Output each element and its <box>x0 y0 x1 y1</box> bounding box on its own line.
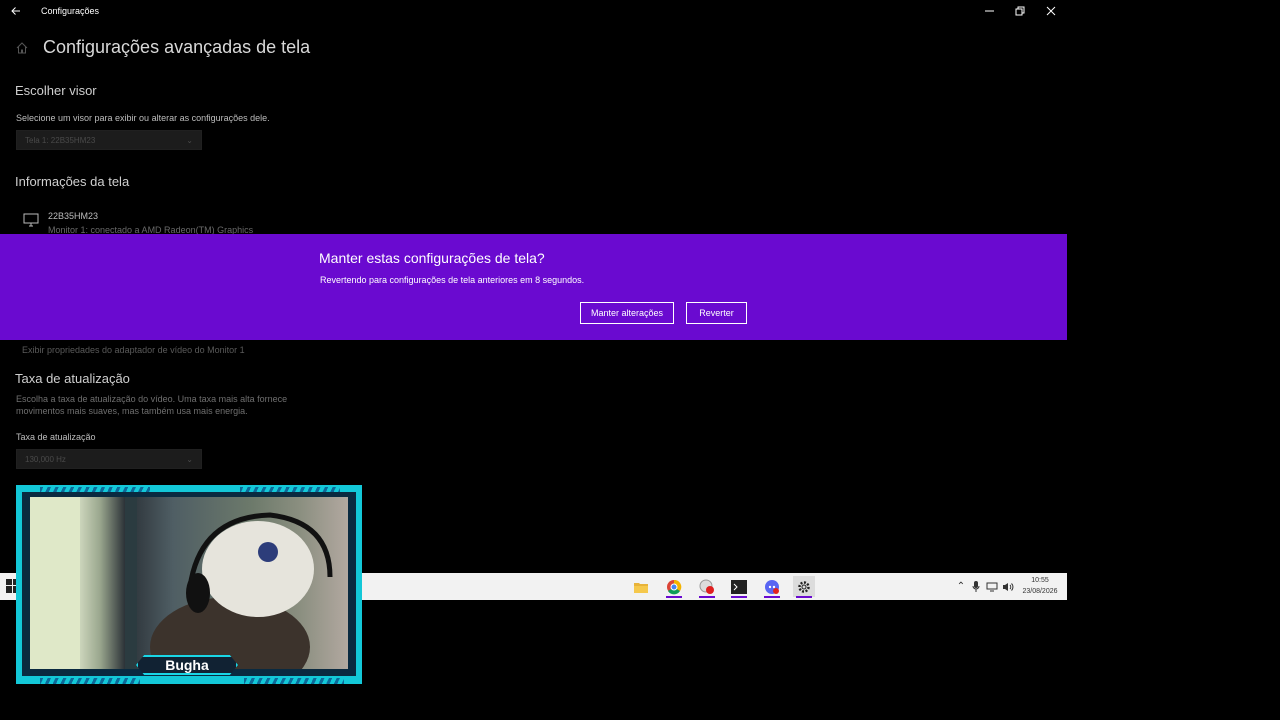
page-title: Configurações avançadas de tela <box>43 37 311 57</box>
terminal-icon <box>731 579 747 594</box>
gear-icon <box>798 580 810 593</box>
adapter-properties-link[interactable]: Exibir propriedades do adaptador de víde… <box>22 345 245 355</box>
discord-icon <box>765 579 779 594</box>
banner-title: Manter estas configurações de tela? <box>319 250 545 266</box>
clock-date: 23/08/2026 <box>1022 588 1058 595</box>
refresh-rate-label: Taxa de atualização <box>16 432 96 442</box>
choose-display-heading: Escolher visor <box>15 83 97 98</box>
close-icon <box>1046 6 1056 16</box>
recorder-button[interactable] <box>696 576 718 598</box>
display-select[interactable]: Tela 1: 22B35HM23 ⌄ <box>16 130 202 150</box>
chrome-button[interactable] <box>663 576 685 598</box>
monitor-name: 22B35HM23 <box>48 211 99 221</box>
close-button[interactable] <box>1036 0 1066 22</box>
file-explorer-button[interactable] <box>630 576 652 597</box>
webcam-name-plate: Bugha <box>136 655 238 675</box>
settings-button[interactable] <box>793 576 815 598</box>
restore-icon <box>1015 6 1025 16</box>
window-title: Configurações <box>41 6 100 16</box>
frame-stripe-bottom-left <box>40 678 140 684</box>
volume-icon[interactable] <box>1001 574 1015 599</box>
monitor-icon <box>23 213 39 232</box>
folder-icon <box>634 582 648 593</box>
chevron-down-icon: ⌄ <box>186 135 193 145</box>
network-icon[interactable] <box>985 574 999 599</box>
clock-time: 10:55 <box>1031 577 1049 584</box>
minimize-button[interactable] <box>975 0 1005 22</box>
display-info-heading: Informações da tela <box>15 174 130 189</box>
refresh-rate-select[interactable]: 130,000 Hz ⌄ <box>16 449 202 469</box>
refresh-rate-description-2: movimentos mais suaves, mas também usa m… <box>16 406 248 416</box>
display-select-value: Tela 1: 22B35HM23 <box>25 135 96 145</box>
back-button[interactable] <box>0 0 32 22</box>
terminal-button[interactable] <box>728 576 750 598</box>
webcam-video <box>30 497 348 669</box>
refresh-rate-heading: Taxa de atualização <box>15 371 130 386</box>
back-arrow-icon <box>11 7 20 15</box>
refresh-rate-select-value: 130,000 Hz <box>25 454 66 464</box>
taskbar-clock[interactable]: 10:55 23/08/2026 <box>1016 575 1064 597</box>
banner-countdown-message: Revertendo para configurações de tela an… <box>320 275 585 285</box>
choose-display-description: Selecione um visor para exibir ou altera… <box>16 113 270 123</box>
tray-overflow-chevron-icon[interactable]: ⌃ <box>955 574 967 599</box>
restore-button[interactable] <box>1005 0 1035 22</box>
keep-changes-button[interactable]: Manter alterações <box>580 302 674 324</box>
refresh-rate-description-1: Escolha a taxa de atualização do vídeo. … <box>16 394 288 404</box>
chevron-down-icon: ⌄ <box>186 454 193 464</box>
revert-button[interactable]: Reverter <box>686 302 747 324</box>
home-icon[interactable] <box>15 41 29 55</box>
minimize-icon <box>985 10 994 12</box>
frame-stripe-bottom-right <box>244 678 344 684</box>
recorder-icon <box>699 579 714 594</box>
discord-button[interactable] <box>761 576 783 598</box>
microphone-icon[interactable] <box>970 574 982 599</box>
chrome-icon <box>667 579 682 594</box>
